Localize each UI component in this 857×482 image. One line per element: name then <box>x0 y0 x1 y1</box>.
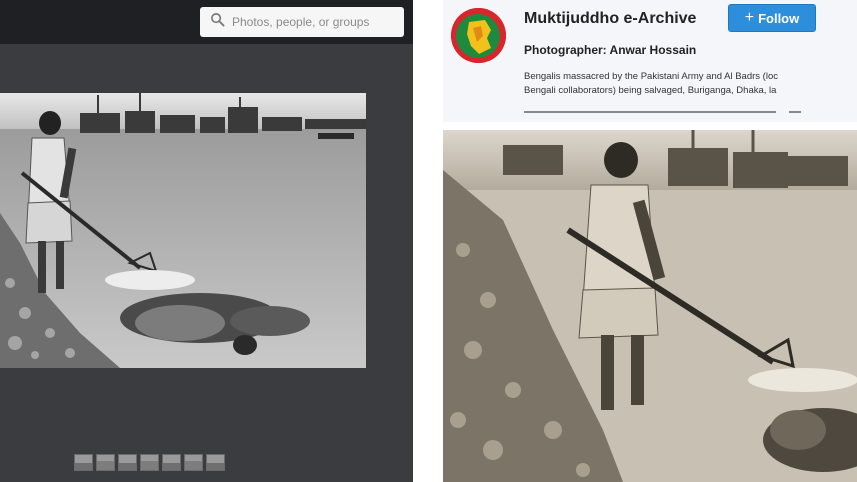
post-photo[interactable] <box>443 130 857 482</box>
screenshot-composite: Muktijuddho e-Archive + Follow Photograp… <box>0 0 857 482</box>
caption-line: Bengalis massacred by the Pakistani Army… <box>524 71 778 82</box>
follow-label: Follow <box>758 10 800 26</box>
photographer-credit: Photographer: Anwar Hossain <box>524 43 697 57</box>
thumbnail[interactable] <box>118 454 137 471</box>
main-photo[interactable] <box>0 93 366 368</box>
photo-caption: Bengalis massacred by the Pakistani Army… <box>524 70 857 98</box>
caption-line: Bengali collaborators) being salvaged, B… <box>524 85 777 96</box>
thumbnail-strip <box>74 454 225 471</box>
account-name[interactable]: Muktijuddho e-Archive <box>524 10 696 28</box>
avatar[interactable] <box>451 8 506 63</box>
plus-icon: + <box>744 9 755 26</box>
thumbnail[interactable] <box>162 454 181 471</box>
divider <box>524 111 776 113</box>
search-input[interactable] <box>232 15 402 29</box>
search-box[interactable] <box>200 7 404 37</box>
thumbnail[interactable] <box>96 454 115 471</box>
search-icon <box>210 12 225 32</box>
thumbnail[interactable] <box>184 454 203 471</box>
thumbnail[interactable] <box>206 454 225 471</box>
thumbnail[interactable] <box>74 454 93 471</box>
follow-button[interactable]: + Follow <box>728 4 816 32</box>
panel-gap <box>413 0 443 482</box>
post-header: Muktijuddho e-Archive + Follow Photograp… <box>443 0 857 122</box>
photo-viewer-panel <box>0 0 413 482</box>
viewer-top-bar <box>0 0 413 44</box>
thumbnail[interactable] <box>140 454 159 471</box>
divider <box>789 111 801 113</box>
archive-post-panel: Muktijuddho e-Archive + Follow Photograp… <box>443 0 857 482</box>
